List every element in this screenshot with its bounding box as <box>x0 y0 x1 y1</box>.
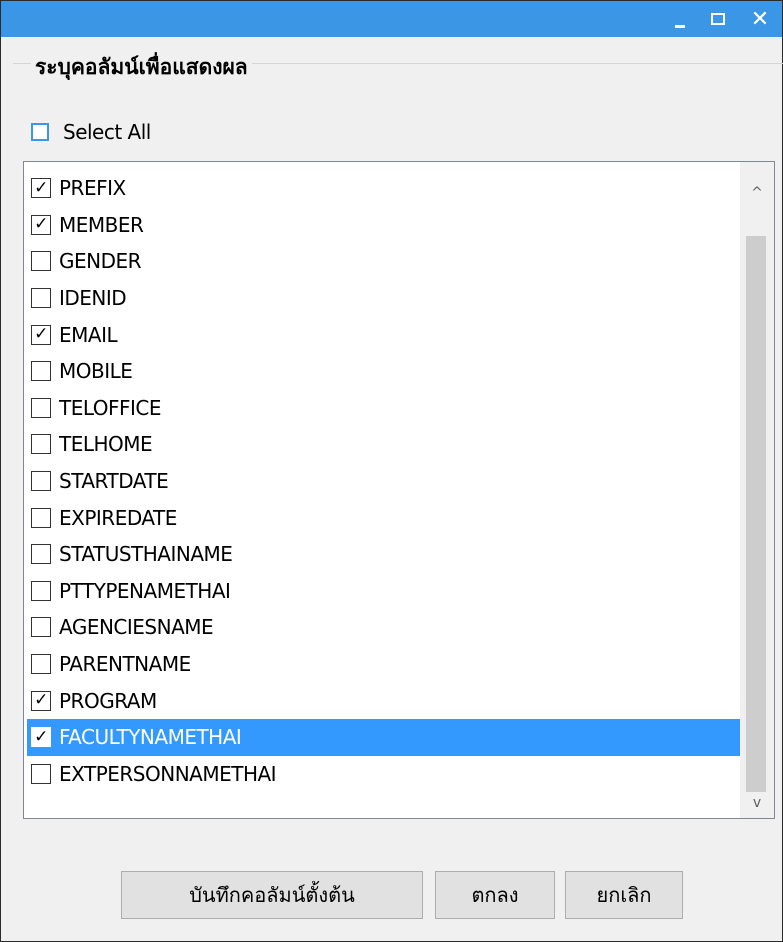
vertical-scrollbar[interactable]: ^ v <box>740 162 774 818</box>
column-checkbox[interactable] <box>31 763 51 784</box>
column-label: IDENID <box>59 286 127 311</box>
column-label: PTTYPENAMETHAI <box>59 578 231 603</box>
column-list-item[interactable]: IDENID <box>27 280 741 317</box>
save-default-columns-button[interactable]: บันทึกคอลัมน์ตั้งต้น <box>121 871 423 919</box>
column-label: TELOFFICE <box>59 395 162 420</box>
column-list-item[interactable]: ✓ PROGRAM <box>27 682 741 719</box>
column-list-item[interactable]: STARTDATE <box>27 463 741 500</box>
select-all-label: Select All <box>63 120 151 144</box>
column-label: STATUSTHAINAME <box>59 542 233 567</box>
column-list-item[interactable]: GENDER <box>27 243 741 280</box>
maximize-button[interactable] <box>699 1 737 37</box>
column-list-item[interactable]: AGENCIESNAME <box>27 609 741 646</box>
column-checkbox[interactable] <box>31 507 51 528</box>
column-checkbox[interactable] <box>31 434 51 455</box>
column-list-item[interactable]: PTTYPENAMETHAI <box>27 573 741 610</box>
column-checkbox[interactable]: ✓ <box>31 324 51 345</box>
column-list-item[interactable]: TELHOME <box>27 426 741 463</box>
column-list-item[interactable]: TELOFFICE <box>27 390 741 427</box>
minimize-button[interactable] <box>661 1 699 37</box>
column-list-item[interactable]: ✓ FACULTYNAMETHAI <box>27 718 741 756</box>
column-checkbox[interactable] <box>31 544 51 565</box>
column-checkbox[interactable] <box>31 617 51 638</box>
column-checkbox[interactable] <box>31 580 51 601</box>
column-label: PREFIX <box>59 176 126 201</box>
column-checkbox[interactable]: ✓ <box>31 690 51 711</box>
column-checkbox[interactable]: ✓ <box>31 214 51 235</box>
column-picker-window: ✕ ระบุคอลัมน์เพื่อแสดงผล Select All ✓ PRE… <box>0 0 783 942</box>
column-label: EMAIL <box>59 322 118 347</box>
column-label: PARENTNAME <box>59 652 191 677</box>
column-checkbox[interactable] <box>31 654 51 675</box>
column-label: AGENCIESNAME <box>59 615 214 640</box>
column-checkbox[interactable] <box>31 251 51 272</box>
close-button[interactable]: ✕ <box>741 1 779 37</box>
column-label: EXTPERSONNAMETHAI <box>59 761 277 786</box>
column-checkbox[interactable] <box>31 471 51 492</box>
column-list-item[interactable]: EXPIREDATE <box>27 499 741 536</box>
cancel-button[interactable]: ยกเลิก <box>565 871 683 919</box>
scroll-up-button[interactable]: ^ <box>740 162 774 224</box>
chevron-up-icon: ^ <box>751 185 763 201</box>
title-bar[interactable]: ✕ <box>1 1 782 37</box>
column-checkbox[interactable] <box>31 397 51 418</box>
column-list-item[interactable]: EXTPERSONNAMETHAI <box>27 756 741 793</box>
column-label: STARTDATE <box>59 469 169 494</box>
column-list-item[interactable]: ✓ MEMBER <box>27 207 741 244</box>
column-label: MOBILE <box>59 359 133 384</box>
column-checkbox[interactable]: ✓ <box>31 727 51 748</box>
column-list-item[interactable]: PARENTNAME <box>27 646 741 683</box>
select-all-checkbox[interactable]: Select All <box>31 117 151 147</box>
ok-button[interactable]: ตกลง <box>435 871 555 919</box>
scroll-down-button[interactable]: v <box>740 788 774 818</box>
column-label: EXPIREDATE <box>59 505 177 530</box>
column-list: ✓ PREFIX ✓ MEMBER GENDER IDENID ✓ EMAIL MOBILE TE… <box>27 170 741 792</box>
scroll-thumb[interactable] <box>746 236 766 792</box>
chevron-down-icon: v <box>752 795 762 811</box>
column-checkbox[interactable] <box>31 361 51 382</box>
column-label: MEMBER <box>59 212 144 237</box>
column-list-item[interactable]: MOBILE <box>27 353 741 390</box>
column-checkbox[interactable]: ✓ <box>31 178 51 199</box>
maximize-icon <box>711 13 725 25</box>
column-checkbox[interactable] <box>31 288 51 309</box>
select-all-box[interactable] <box>31 123 49 141</box>
column-list-item[interactable]: ✓ PREFIX <box>27 170 741 207</box>
column-list-item[interactable]: ✓ EMAIL <box>27 316 741 353</box>
column-label: TELHOME <box>59 432 153 457</box>
close-icon: ✕ <box>750 6 770 32</box>
minimize-icon <box>675 24 685 28</box>
column-label: PROGRAM <box>59 688 157 713</box>
column-label: GENDER <box>59 249 142 274</box>
column-list-item[interactable]: STATUSTHAINAME <box>27 536 741 573</box>
column-label: FACULTYNAMETHAI <box>59 725 242 750</box>
group-title: ระบุคอลัมน์เพื่อแสดงผล <box>31 51 252 84</box>
column-listbox[interactable]: ✓ PREFIX ✓ MEMBER GENDER IDENID ✓ EMAIL MOBILE TE… <box>23 161 775 819</box>
